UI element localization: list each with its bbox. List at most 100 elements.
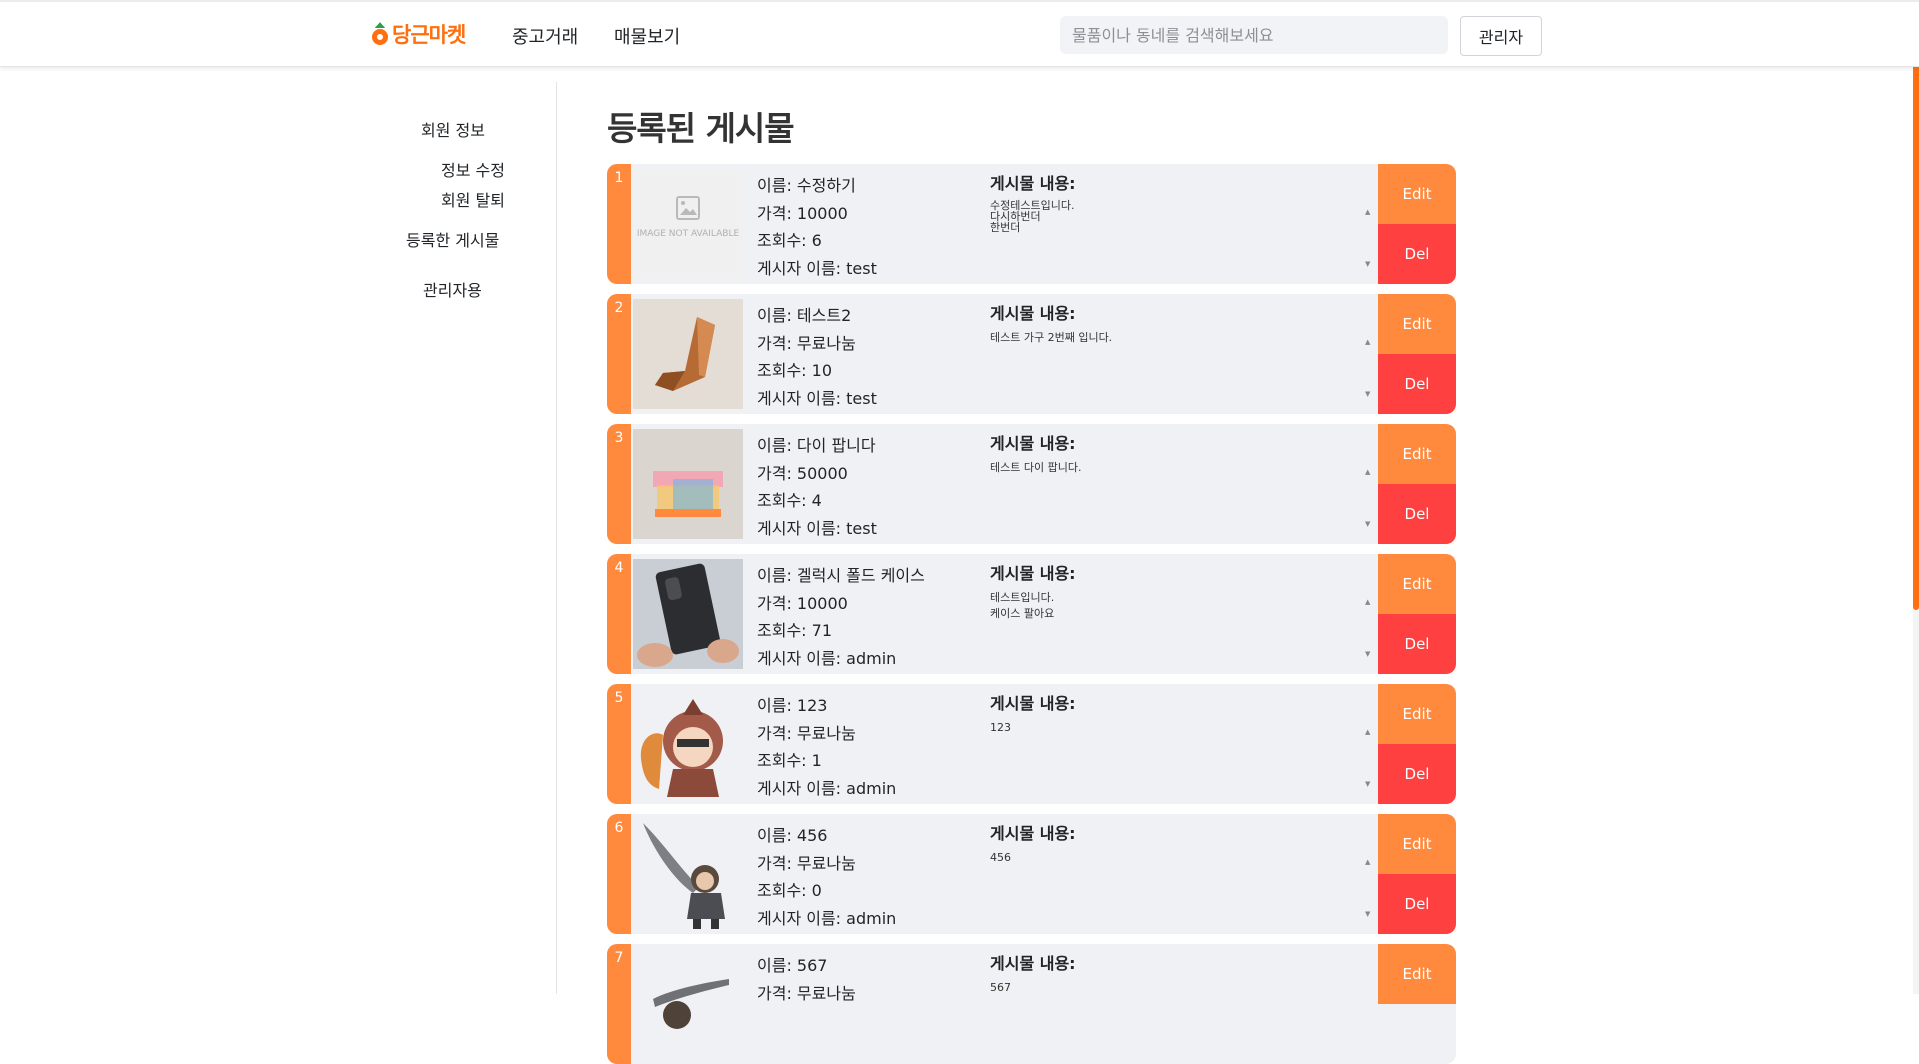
post-content: 테스트입니다. 케이스 팔아요 [990,591,1055,620]
post-views: 조회수: 71 [757,621,832,640]
post-price: 가격: 10000 [757,204,848,223]
phone-case-image [633,559,743,669]
post-number: 5 [607,684,631,804]
post-card[interactable]: 7 이름: 567 가격: 무료나눔 게시물 내용: 567 Edit [607,944,1456,1064]
delete-button[interactable]: Del [1378,224,1456,284]
post-image [633,429,743,539]
post-content: 456 [990,851,1011,864]
post-author: 게시자 이름: test [757,519,877,538]
cartoon-swordsman-2-image [633,949,743,1059]
edit-button[interactable]: Edit [1378,424,1456,484]
edit-button[interactable]: Edit [1378,554,1456,614]
post-price: 가격: 무료나눔 [757,854,856,873]
post-price: 가격: 10000 [757,594,848,613]
post-number: 4 [607,554,631,674]
post-name: 이름: 테스트2 [757,306,852,325]
edit-button[interactable]: Edit [1378,294,1456,354]
post-views: 조회수: 1 [757,751,822,770]
post-content: 테스트 가구 2번째 입니다. [990,331,1113,344]
sidebar-edit-info[interactable]: 정보 수정 [441,157,505,181]
content-label: 게시물 내용: [990,174,1076,193]
post-author: 게시자 이름: admin [757,909,897,928]
scroll-down-icon[interactable]: ▼ [1365,910,1370,918]
post-name: 이름: 123 [757,696,828,715]
post-author: 게시자 이름: admin [757,649,897,668]
scroll-down-icon[interactable]: ▼ [1365,650,1370,658]
post-content: 테스트 다이 팝니다. [990,461,1082,474]
delete-button[interactable]: Del [1378,874,1456,934]
post-image [633,819,743,929]
brand-name: 당근마켓 [392,23,466,47]
post-name: 이름: 겔럭시 폴드 케이스 [757,566,925,585]
sidebar-my-posts[interactable]: 등록한 게시물 [406,227,499,251]
image-not-available-text: IMAGE NOT AVAILABLE [636,229,740,239]
scroll-up-icon[interactable]: ▲ [1365,208,1370,216]
page-scrollbar-thumb[interactable] [1913,0,1919,610]
post-price: 가격: 무료나눔 [757,334,856,353]
post-number: 3 [607,424,631,544]
delete-button[interactable]: Del [1378,354,1456,414]
post-views: 조회수: 6 [757,231,822,250]
scroll-up-icon[interactable]: ▲ [1365,598,1370,606]
top-header: 당근마켓 중고거래 매물보기 관리자 [0,0,1919,67]
scroll-up-icon[interactable]: ▲ [1365,468,1370,476]
post-views: 조회수: 0 [757,881,822,900]
post-image [633,689,743,799]
cartoon-swordsman-image [633,819,743,929]
scroll-up-icon[interactable]: ▲ [1365,858,1370,866]
nav-secondhand[interactable]: 중고거래 [512,23,578,49]
scroll-down-icon[interactable]: ▼ [1365,390,1370,398]
content-label: 게시물 내용: [990,824,1076,843]
sidebar-withdraw[interactable]: 회원 탈퇴 [441,187,505,211]
edit-button[interactable]: Edit [1378,944,1456,1004]
content-label: 게시물 내용: [990,304,1076,323]
edit-button[interactable]: Edit [1378,684,1456,744]
delete-button[interactable]: Del [1378,744,1456,804]
post-image [633,949,743,1059]
search-input[interactable] [1060,16,1448,54]
sidebar-member-info[interactable]: 회원 정보 [421,117,485,141]
sidebar-divider [556,82,557,994]
post-name: 이름: 다이 팝니다 [757,436,876,455]
post-content: 수정테스트입니다. 다시하번더 한번더 [990,199,1075,234]
post-image: IMAGE NOT AVAILABLE [633,169,743,279]
wooden-chair-image [633,299,743,409]
page-title: 등록된 게시물 [607,109,795,148]
post-card[interactable]: 4 이름: 겔럭시 폴드 케이스 가격: 10000 조회수: 71 게시자 이… [607,554,1456,674]
content-label: 게시물 내용: [990,434,1076,453]
scroll-down-icon[interactable]: ▼ [1365,520,1370,528]
post-name: 이름: 456 [757,826,828,845]
admin-button[interactable]: 관리자 [1460,16,1542,56]
edit-button[interactable]: Edit [1378,814,1456,874]
post-card[interactable]: 2 이름: 테스트2 가격: 무료나눔 조회수: 10 게시자 이름: test… [607,294,1456,414]
scroll-down-icon[interactable]: ▼ [1365,260,1370,268]
post-number: 6 [607,814,631,934]
nav-listings[interactable]: 매물보기 [614,23,680,49]
content-label: 게시물 내용: [990,694,1076,713]
post-number: 2 [607,294,631,414]
carrot-icon [370,20,390,48]
post-number: 7 [607,944,631,1064]
post-content: 123 [990,721,1011,734]
sidebar-admin-use[interactable]: 관리자용 [423,277,482,301]
post-views: 조회수: 4 [757,491,822,510]
content-label: 게시물 내용: [990,954,1076,973]
delete-button[interactable]: Del [1378,614,1456,674]
post-card[interactable]: 5 이름: 123 가격: 무료나눔 조회수: 1 게시자 이름: admin … [607,684,1456,804]
post-card[interactable]: 1 IMAGE NOT AVAILABLE 이름: 수정하기 가격: 10000… [607,164,1456,284]
scroll-down-icon[interactable]: ▼ [1365,780,1370,788]
scroll-up-icon[interactable]: ▲ [1365,338,1370,346]
post-image [633,559,743,669]
image-placeholder-icon [676,196,700,220]
delete-button[interactable]: Del [1378,484,1456,544]
post-author: 게시자 이름: test [757,259,877,278]
edit-button[interactable]: Edit [1378,164,1456,224]
post-name: 이름: 567 [757,956,828,975]
scroll-up-icon[interactable]: ▲ [1365,728,1370,736]
post-price: 가격: 50000 [757,464,848,483]
post-card[interactable]: 3 이름: 다이 팝니다 가격: 50000 조회수: 4 게시자 이름: te… [607,424,1456,544]
post-card[interactable]: 6 이름: 456 가격: 무료나눔 조회수: 0 게시자 이름: admin … [607,814,1456,934]
colorful-table-image [633,429,743,539]
brand-logo[interactable]: 당근마켓 [370,19,466,49]
content-label: 게시물 내용: [990,564,1076,583]
